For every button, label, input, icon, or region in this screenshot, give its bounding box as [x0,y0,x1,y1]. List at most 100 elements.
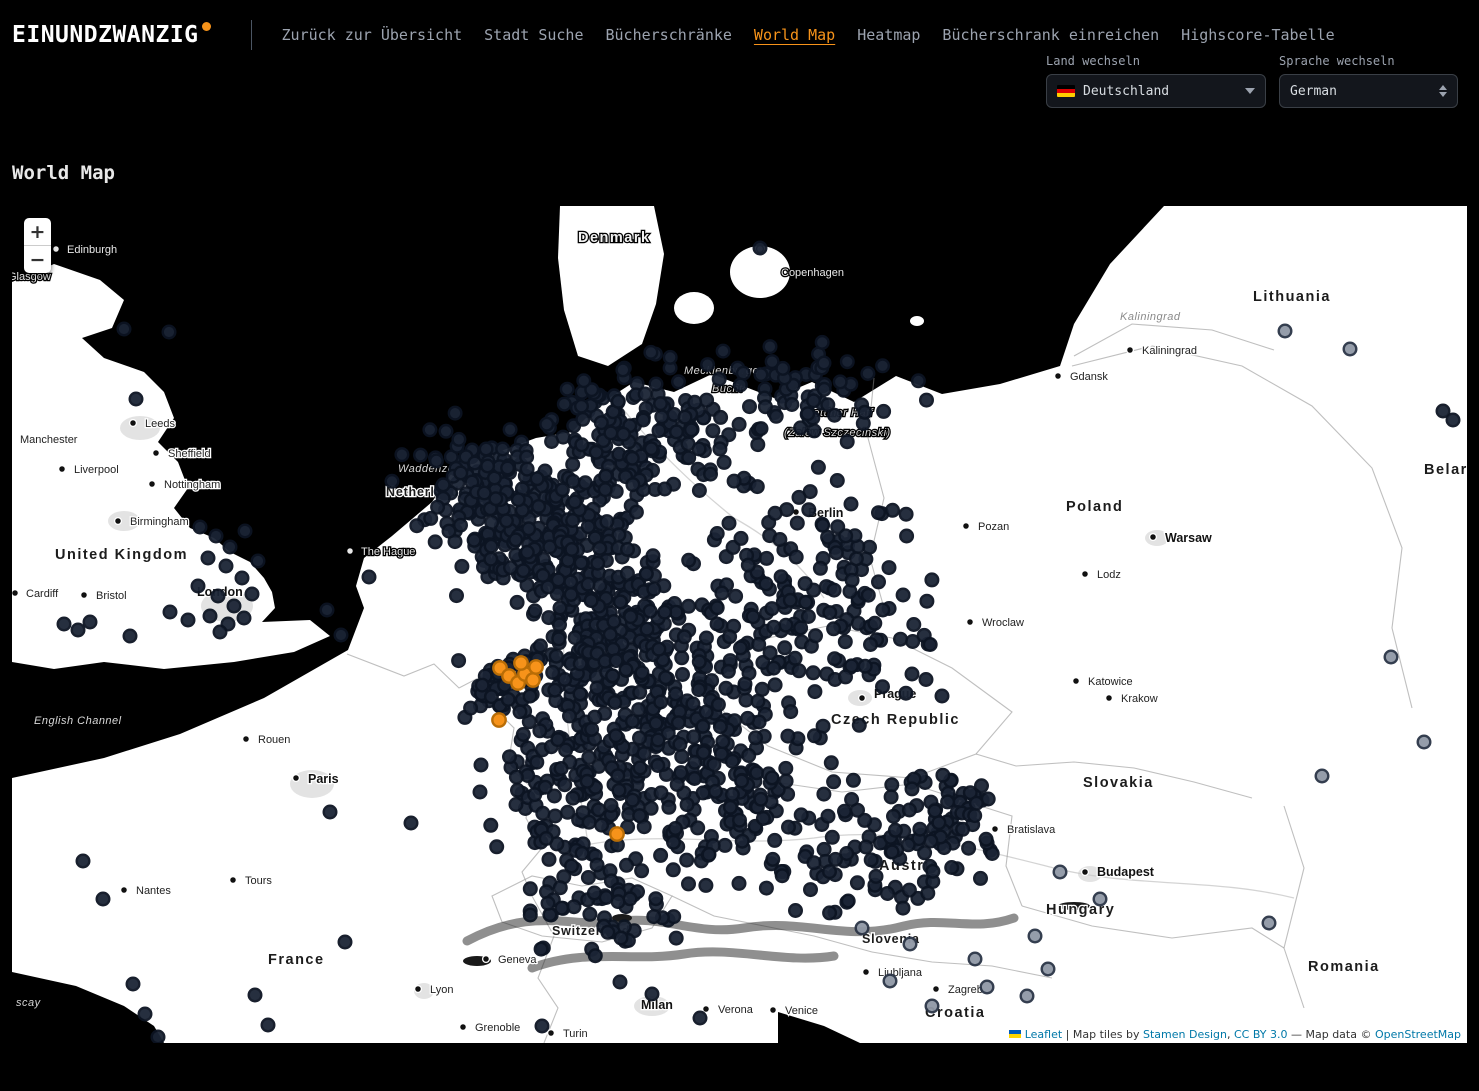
map-marker[interactable] [789,904,802,917]
map-marker[interactable] [881,887,894,900]
map-marker[interactable] [743,400,756,413]
map-marker[interactable] [1316,770,1329,783]
map-marker[interactable] [794,422,807,435]
map-marker[interactable] [655,787,668,800]
map-marker[interactable] [903,884,916,897]
map-marker[interactable] [480,443,493,456]
map-marker[interactable] [594,542,607,555]
map-marker[interactable] [756,683,769,696]
map-marker[interactable] [724,801,737,814]
map-marker[interactable] [802,610,815,623]
map-marker[interactable] [1279,325,1292,338]
map-marker[interactable] [770,410,783,423]
map-marker[interactable] [204,610,217,623]
map-marker[interactable] [633,809,646,822]
map-marker[interactable] [672,376,685,389]
map-marker[interactable] [723,630,736,643]
map-marker[interactable] [924,638,937,651]
map-marker[interactable] [936,690,949,703]
map-marker[interactable] [546,666,559,679]
map-marker[interactable] [937,769,950,782]
map-marker[interactable] [859,660,872,673]
map-marker[interactable] [567,792,580,805]
map-marker[interactable] [540,832,553,845]
map-marker[interactable] [740,694,753,707]
map-marker[interactable] [591,859,604,872]
map-marker[interactable] [786,398,799,411]
map-marker[interactable] [906,668,919,681]
map-marker[interactable] [736,835,749,848]
map-marker[interactable] [839,635,852,648]
map-marker[interactable] [640,568,653,581]
map-marker[interactable] [737,367,750,380]
map-marker[interactable] [239,525,252,538]
map-marker[interactable] [496,443,509,456]
map-marker[interactable] [807,667,820,680]
map-marker[interactable] [453,433,466,446]
map-marker[interactable] [645,346,658,359]
map-marker[interactable] [468,534,481,547]
map-marker[interactable] [575,400,588,413]
map-marker[interactable] [885,791,898,804]
map-marker[interactable] [124,630,137,643]
map-marker[interactable] [1054,866,1067,879]
map-marker[interactable] [674,738,687,751]
map-marker[interactable] [440,425,453,438]
map-marker[interactable] [818,788,831,801]
map-marker[interactable] [431,501,444,514]
map-marker[interactable] [720,682,733,695]
map-marker[interactable] [604,628,617,641]
map-marker[interactable] [921,595,934,608]
map-marker[interactable] [669,822,682,835]
map-marker[interactable] [659,671,672,684]
map-marker[interactable] [97,893,110,906]
map-marker[interactable] [812,461,825,474]
map-marker[interactable] [424,424,437,437]
map-marker[interactable] [456,560,469,573]
map-marker[interactable] [528,788,541,801]
map-marker[interactable] [841,355,854,368]
map-marker[interactable] [1344,343,1357,356]
map-marker[interactable] [663,801,676,814]
map-marker[interactable] [620,859,633,872]
map-marker[interactable] [926,1000,939,1013]
map-marker[interactable] [555,902,568,915]
map-marker[interactable] [886,846,899,859]
map-marker[interactable] [550,650,563,663]
map-marker[interactable] [926,574,939,587]
map-marker[interactable] [485,553,498,566]
map-marker[interactable] [502,693,515,706]
map-marker[interactable] [754,242,767,255]
map-marker[interactable] [711,527,724,540]
map-marker[interactable] [682,438,695,451]
map-marker[interactable] [220,560,233,573]
map-marker[interactable] [752,438,765,451]
map-marker[interactable] [601,515,614,528]
map-marker[interactable] [804,883,817,896]
map-marker[interactable] [210,530,223,543]
map-marker[interactable] [339,936,352,949]
map-marker[interactable] [688,396,701,409]
map-marker[interactable] [1418,736,1431,749]
map-marker[interactable] [118,323,131,336]
map-marker[interactable] [667,864,680,877]
map-marker[interactable] [558,398,571,411]
map-marker[interactable] [164,606,177,619]
map-marker[interactable] [735,532,748,545]
map-marker[interactable] [749,732,762,745]
nav-item-5[interactable]: Heatmap [857,26,920,44]
map-marker[interactable] [648,910,661,923]
map-marker[interactable] [827,776,840,789]
map-marker[interactable] [443,525,456,538]
map-marker[interactable] [872,576,885,589]
map-marker[interactable] [636,666,649,679]
map-marker[interactable] [558,673,571,686]
map-marker[interactable] [152,1031,165,1043]
map-marker[interactable] [845,793,858,806]
map-marker[interactable] [531,756,544,769]
map-marker[interactable] [650,892,663,905]
map-marker[interactable] [485,516,498,529]
country-select[interactable]: Deutschland [1046,74,1266,108]
map-marker[interactable] [579,477,592,490]
map-marker[interactable] [652,734,665,747]
